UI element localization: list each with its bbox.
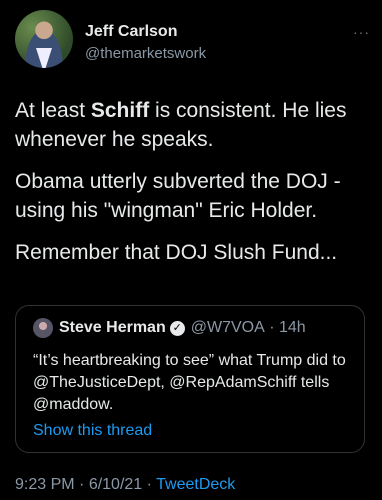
tweet-paragraph-2: Obama utterly subverted the DOJ - using … (15, 170, 341, 222)
quoted-author-name: Steve Herman (59, 319, 166, 336)
quoted-author-handle: @W7VOA (190, 319, 265, 336)
quoted-avatar (33, 318, 53, 338)
tweet-footer: 9:23 PM · 6/10/21 · TweetDeck (15, 476, 235, 494)
tweet-text: At least Schiff is consistent. He lies w… (15, 96, 375, 280)
footer-separator-2: · (142, 476, 157, 493)
tweet-time[interactable]: 9:23 PM (15, 476, 75, 493)
quoted-tweet-header: Steve Herman ✓ @W7VOA · 14h (33, 318, 306, 342)
tweet-text-before: At least (15, 99, 91, 122)
avatar[interactable] (15, 10, 73, 68)
tweet-header: Jeff Carlson @themarketswork ··· (15, 10, 370, 72)
quoted-separator: · (264, 319, 279, 336)
footer-separator-1: · (74, 476, 89, 493)
author-name[interactable]: Jeff Carlson (85, 23, 177, 41)
tweet-paragraph-1: At least Schiff is consistent. He lies w… (15, 96, 375, 154)
avatar-shirt (36, 48, 52, 68)
more-options-icon[interactable]: ··· (353, 24, 370, 40)
tweet-date[interactable]: 6/10/21 (89, 476, 142, 493)
quoted-tweet[interactable]: Steve Herman ✓ @W7VOA · 14h “It’s heartbre… (15, 305, 365, 453)
verified-badge-icon: ✓ (169, 320, 185, 336)
author-handle[interactable]: @themarketswork (85, 45, 206, 62)
quoted-time: 14h (278, 319, 306, 336)
tweet-client-link[interactable]: TweetDeck (156, 476, 235, 493)
tweet-paragraph-3: Remember that DOJ Slush Fund... (15, 241, 338, 264)
show-thread-link[interactable]: Show this thread (33, 422, 152, 440)
quoted-text: “It’s heartbreaking to see” what Trump d… (33, 352, 346, 413)
tweet-text-bold: Schiff (90, 99, 150, 122)
